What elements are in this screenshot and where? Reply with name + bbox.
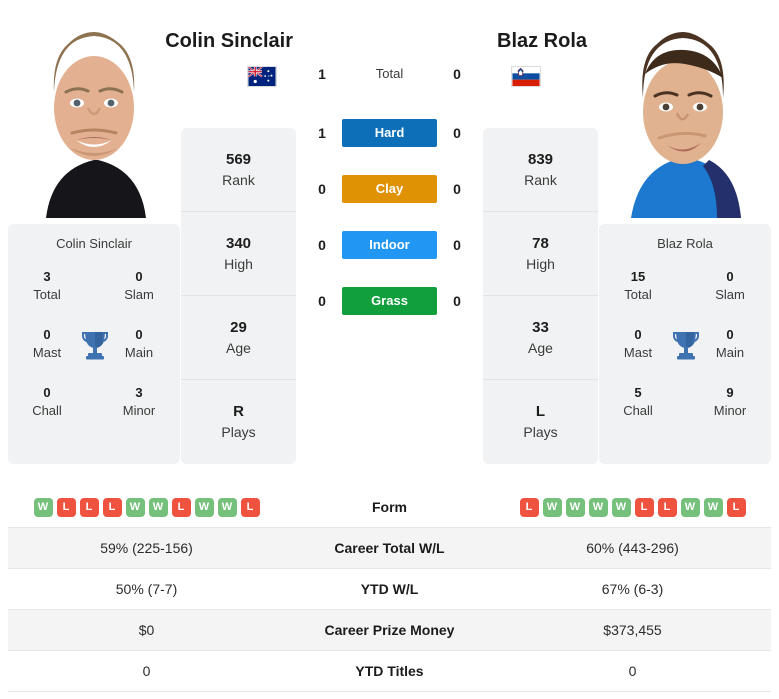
player-left-card-name: Colin Sinclair bbox=[56, 236, 132, 251]
cell-right-value: $373,455 bbox=[603, 622, 662, 638]
titles-total: 3 Total bbox=[33, 269, 61, 302]
player-right-stats: 839 Rank 78 High 33 Age L Plays bbox=[483, 128, 598, 464]
table-row: 59% (225-156) Career Total W/L 60% (443-… bbox=[8, 528, 771, 569]
form-badge-win[interactable]: W bbox=[125, 497, 145, 517]
row-label: YTD Titles bbox=[355, 663, 424, 679]
form-badge-win[interactable]: W bbox=[565, 497, 585, 517]
table-row: 50% (7-7) YTD W/L 67% (6-3) bbox=[8, 569, 771, 610]
player-names-row: Colin Sinclair Blaz Rola bbox=[165, 30, 587, 60]
surface-label-clay[interactable]: Clay bbox=[342, 175, 437, 203]
form-badge-loss[interactable]: L bbox=[240, 497, 260, 517]
form-strip-left: WLLLWWLWWL bbox=[8, 497, 285, 517]
player-left-column: Colin Sinclair 3 Total 0 Slam 0 Mast 0 M… bbox=[8, 0, 180, 470]
form-badge-win[interactable]: W bbox=[611, 497, 631, 517]
h2h-row-hard: 1 Hard 0 bbox=[303, 119, 476, 147]
player-left-photo bbox=[18, 0, 170, 218]
player-left-stats: 569 Rank 340 High 29 Age R Plays bbox=[181, 128, 296, 464]
flag-slovenia-icon bbox=[511, 66, 541, 87]
surface-label-grass[interactable]: Grass bbox=[342, 287, 437, 315]
player-left-name: Colin Sinclair bbox=[165, 30, 293, 52]
titles-main: 0 Main bbox=[715, 327, 745, 360]
row-label: YTD W/L bbox=[360, 581, 419, 597]
head-to-head-panel: Colin Sinclair 3 Total 0 Slam 0 Mast 0 M… bbox=[0, 0, 779, 470]
player-left-titles-card: Colin Sinclair 3 Total 0 Slam 0 Mast 0 M… bbox=[8, 224, 180, 464]
form-badge-win[interactable]: W bbox=[588, 497, 608, 517]
h2h-row-grass: 0 Grass 0 bbox=[303, 287, 476, 315]
cell-right-value: 67% (6-3) bbox=[601, 581, 664, 597]
row-label: Career Prize Money bbox=[324, 622, 455, 638]
titles-mast: 0 Mast bbox=[623, 327, 653, 360]
form-badge-win[interactable]: W bbox=[148, 497, 168, 517]
player-right-name: Blaz Rola bbox=[497, 30, 588, 52]
h2h-row-indoor: 0 Indoor 0 bbox=[303, 231, 476, 259]
form-badge-win[interactable]: W bbox=[194, 497, 214, 517]
surface-label-total: Total bbox=[375, 66, 404, 81]
surface-label-indoor[interactable]: Indoor bbox=[342, 231, 437, 259]
form-badge-win[interactable]: W bbox=[33, 497, 53, 517]
form-badge-loss[interactable]: L bbox=[79, 497, 99, 517]
form-badge-loss[interactable]: L bbox=[171, 497, 191, 517]
table-row: $0 Career Prize Money $373,455 bbox=[8, 610, 771, 651]
stat-high: 78 High bbox=[483, 212, 598, 296]
cell-right-value: 0 bbox=[628, 663, 637, 679]
titles-main: 0 Main bbox=[124, 327, 154, 360]
titles-slam: 0 Slam bbox=[124, 269, 154, 302]
h2h-row-clay: 0 Clay 0 bbox=[303, 175, 476, 203]
player-right-titles-card: Blaz Rola 15 Total 0 Slam 0 Mast 0 Main bbox=[599, 224, 771, 464]
stat-rank: 839 Rank bbox=[483, 128, 598, 212]
stat-plays: R Plays bbox=[221, 403, 256, 440]
titles-minor: 3 Minor bbox=[122, 385, 156, 418]
form-badge-loss[interactable]: L bbox=[56, 497, 76, 517]
comparison-stats-table: WLLLWWLWWL Form LWWWWLLWWL 59% (225-156)… bbox=[8, 487, 771, 692]
titles-mast: 0 Mast bbox=[32, 327, 62, 360]
stat-high: 340 High bbox=[181, 212, 296, 296]
form-strip-right: LWWWWLLWWL bbox=[494, 497, 771, 517]
cell-left-value: 0 bbox=[142, 663, 151, 679]
trophy-icon bbox=[82, 330, 108, 360]
form-badge-loss[interactable]: L bbox=[519, 497, 539, 517]
surface-label-hard[interactable]: Hard bbox=[342, 119, 437, 147]
player-right-column: Blaz Rola 15 Total 0 Slam 0 Mast 0 Main bbox=[599, 0, 771, 470]
titles-chall: 0 Chall bbox=[32, 385, 62, 418]
titles-chall: 5 Chall bbox=[623, 385, 653, 418]
form-badge-loss[interactable]: L bbox=[102, 497, 122, 517]
player-right-photo bbox=[609, 0, 761, 218]
form-badge-win[interactable]: W bbox=[217, 497, 237, 517]
form-badge-win[interactable]: W bbox=[680, 497, 700, 517]
player-right-titles-grid: 15 Total 0 Slam 0 Mast 0 Main 5 Chall 9 … bbox=[599, 264, 771, 449]
form-left: WLLLWWLWWL bbox=[8, 497, 285, 517]
cell-left-value: 59% (225-156) bbox=[100, 540, 193, 556]
flag-australia-icon bbox=[247, 66, 277, 87]
form-right: LWWWWLLWWL bbox=[494, 497, 771, 517]
stat-age: 29 Age bbox=[181, 296, 296, 380]
h2h-row-total: 1 Total 0 bbox=[303, 60, 476, 88]
form-badge-loss[interactable]: L bbox=[634, 497, 654, 517]
stat-plays: L Plays bbox=[523, 403, 558, 440]
form-badge-loss[interactable]: L bbox=[726, 497, 746, 517]
trophy-icon bbox=[673, 330, 699, 360]
stat-age: 33 Age bbox=[483, 296, 598, 380]
player-left-titles-grid: 3 Total 0 Slam 0 Mast 0 Main 0 Chall 3 M… bbox=[8, 264, 180, 449]
player-right-card-name: Blaz Rola bbox=[657, 236, 713, 251]
titles-minor: 9 Minor bbox=[713, 385, 747, 418]
stat-rank: 569 Rank bbox=[181, 128, 296, 212]
cell-right-value: 60% (443-296) bbox=[586, 540, 679, 556]
table-row: 0 YTD Titles 0 bbox=[8, 651, 771, 692]
form-badge-win[interactable]: W bbox=[703, 497, 723, 517]
cell-left-value: 50% (7-7) bbox=[115, 581, 178, 597]
table-row-form: WLLLWWLWWL Form LWWWWLLWWL bbox=[8, 487, 771, 528]
row-label: Career Total W/L bbox=[334, 540, 445, 556]
cell-left-value: $0 bbox=[138, 622, 155, 638]
titles-total: 15 Total bbox=[624, 269, 652, 302]
form-badge-win[interactable]: W bbox=[542, 497, 562, 517]
form-badge-loss[interactable]: L bbox=[657, 497, 677, 517]
titles-slam: 0 Slam bbox=[715, 269, 745, 302]
row-label: Form bbox=[372, 499, 407, 515]
